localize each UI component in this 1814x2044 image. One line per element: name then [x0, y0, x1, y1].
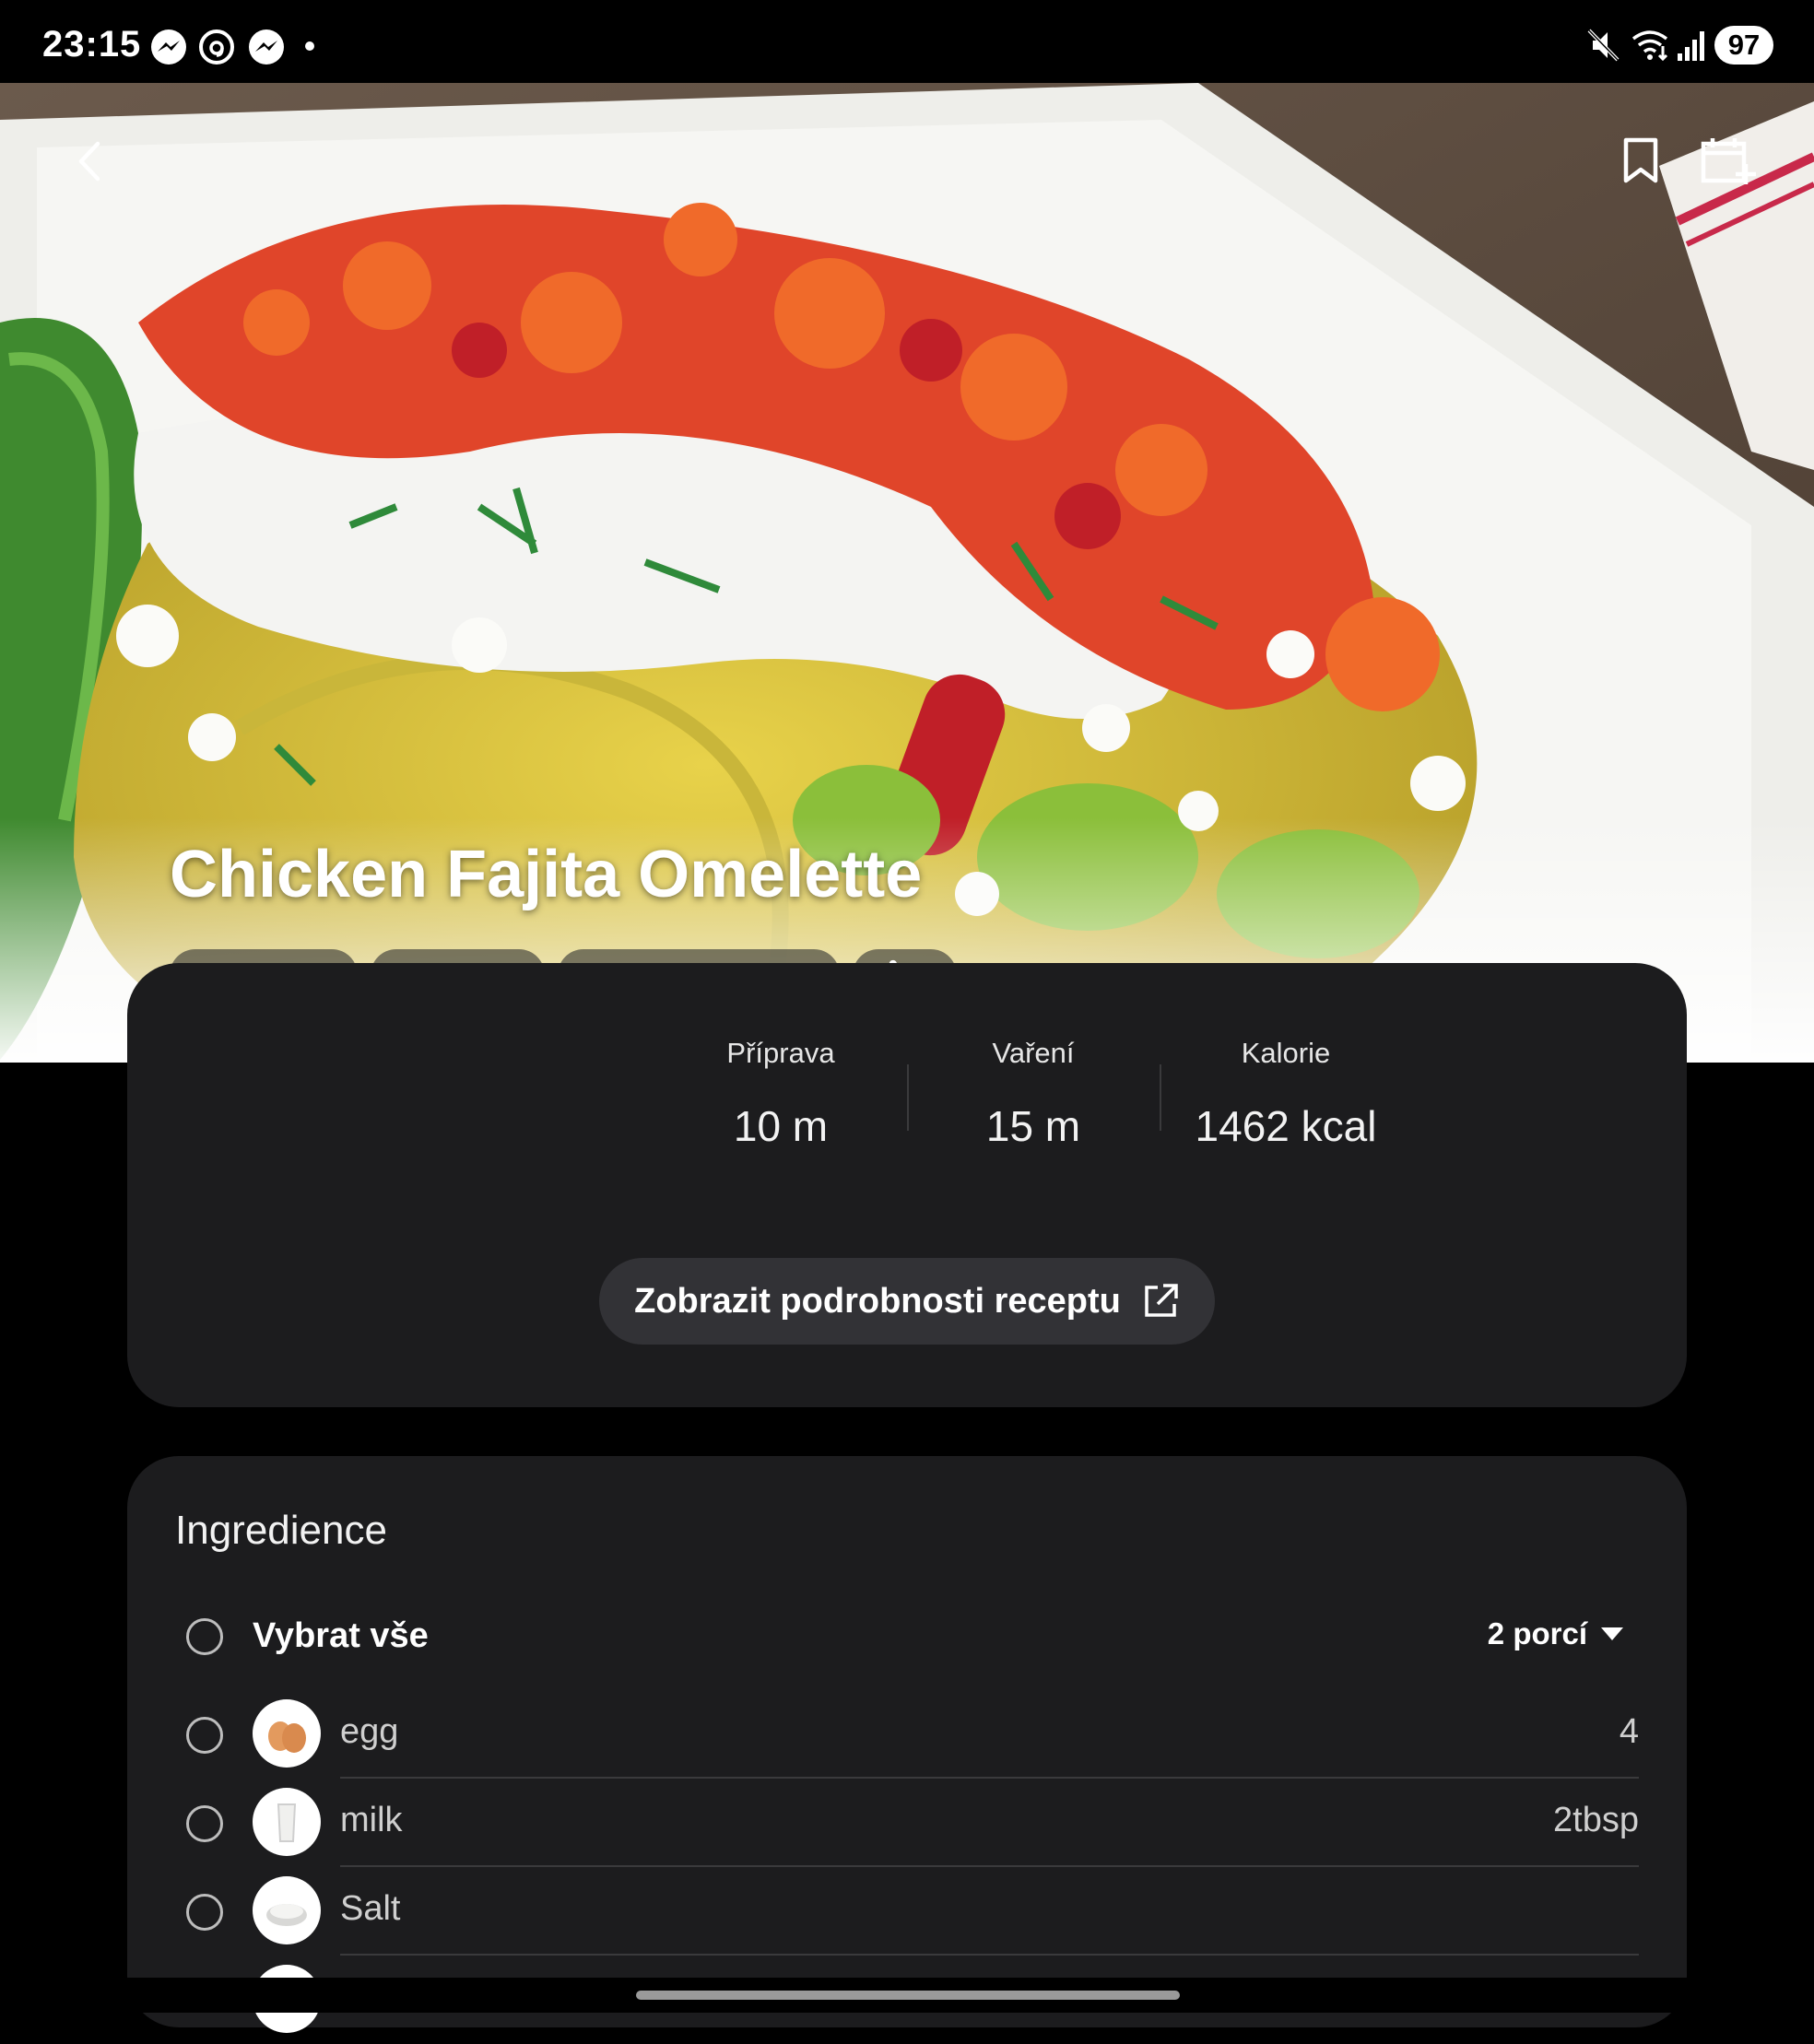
- stat-calories: Kalorie 1462 kcal: [1160, 1037, 1412, 1151]
- recipe-stats-card: Příprava 10 m Vaření 15 m Kalorie 1462 k…: [127, 963, 1687, 1407]
- stat-cook-label: Vaření: [992, 1037, 1075, 1069]
- ingredients-card: Ingredience Vybrat vše 2 porcí egg 4 mil…: [127, 1456, 1687, 2033]
- ingredient-row[interactable]: egg 4: [127, 1690, 1687, 1779]
- messenger-icon: [249, 29, 284, 65]
- dot-icon: [305, 41, 314, 51]
- ingredient-name: milk: [340, 1801, 403, 1839]
- status-bar: 23:15 97: [0, 0, 1814, 83]
- milk-icon: [253, 1788, 321, 1856]
- ingredient-row[interactable]: milk 2tbsp: [127, 1779, 1687, 1867]
- ingredient-quantity: 2tbsp: [1553, 1801, 1639, 1839]
- stat-cook-value: 15 m: [985, 1102, 1081, 1150]
- battery-indicator: 97: [1714, 26, 1773, 65]
- external-link-icon: [1145, 1284, 1178, 1317]
- ingredient-name: Salt: [340, 1889, 401, 1928]
- dropdown-arrow-icon: [1601, 1627, 1623, 1640]
- status-time: 23:15: [42, 24, 142, 65]
- ingredient-quantity: 4: [1619, 1712, 1639, 1751]
- ingredient-row[interactable]: Salt: [127, 1867, 1687, 1956]
- stat-prep-label: Příprava: [726, 1037, 835, 1069]
- gesture-handle[interactable]: [636, 1991, 1180, 2000]
- recipe-hero-image: Chicken Fajita Omelette #Breakfast #Mexi…: [0, 83, 1814, 1063]
- ingredients-title: Ingredience: [175, 1508, 387, 1553]
- recipe-details-button[interactable]: Zobrazit podrobnosti receptu: [599, 1258, 1215, 1345]
- omelette-photo: [0, 83, 1814, 1063]
- threads-icon: [199, 29, 234, 65]
- bookmark-button[interactable]: [1620, 136, 1661, 186]
- recipe-details-label: Zobrazit podrobnosti receptu: [634, 1281, 1121, 1321]
- recipe-title: Chicken Fajita Omelette: [170, 838, 923, 911]
- back-button[interactable]: [74, 138, 105, 184]
- signal-icon: [1678, 31, 1704, 61]
- stat-calories-value: 1462 kcal: [1195, 1102, 1377, 1150]
- messenger-icon: [151, 29, 186, 65]
- select-all-radio[interactable]: [186, 1618, 223, 1655]
- select-all-label[interactable]: Vybrat vše: [253, 1616, 429, 1656]
- ingredient-radio[interactable]: [186, 1805, 223, 1842]
- add-to-calendar-button[interactable]: [1700, 135, 1757, 188]
- portions-dropdown[interactable]: 2 porcí: [1488, 1616, 1624, 1651]
- stat-calories-label: Kalorie: [1241, 1037, 1331, 1069]
- stats-row: Příprava 10 m Vaření 15 m Kalorie 1462 k…: [654, 1037, 1412, 1151]
- stat-cook: Vaření 15 m: [907, 1037, 1160, 1151]
- portions-value: 2 porcí: [1487, 1616, 1587, 1650]
- ingredient-radio[interactable]: [186, 1717, 223, 1754]
- ingredient-name: egg: [340, 1712, 399, 1751]
- mute-icon: [1587, 29, 1620, 62]
- egg-icon: [253, 1699, 321, 1768]
- ingredient-radio[interactable]: [186, 1894, 223, 1931]
- stat-prep-value: 10 m: [733, 1102, 829, 1150]
- wifi-icon: [1631, 30, 1668, 62]
- stat-prep: Příprava 10 m: [654, 1037, 907, 1151]
- salt-icon: [253, 1876, 321, 1944]
